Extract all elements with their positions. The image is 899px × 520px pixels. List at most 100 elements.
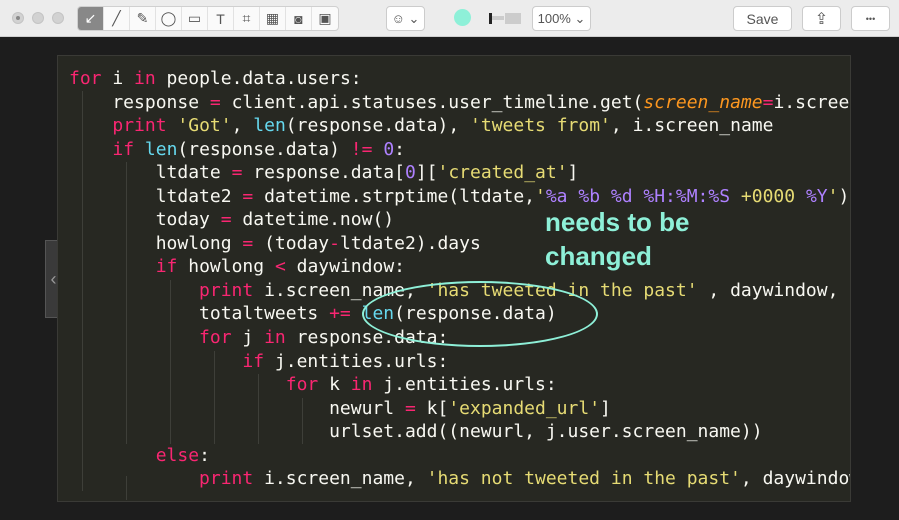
share-button[interactable]: ⇪ — [802, 6, 841, 31]
code-token: ltdate — [69, 162, 232, 184]
pixelate-tool[interactable]: ▦ — [260, 7, 286, 30]
save-button[interactable]: Save — [733, 6, 792, 31]
stroke-width-slider[interactable] — [486, 11, 522, 25]
code-token: if — [242, 350, 265, 372]
code-token: for — [285, 374, 319, 396]
arrow-tool[interactable]: ↙ — [78, 7, 104, 30]
zoom-select[interactable]: 100% ⌄ — [532, 6, 591, 31]
code-token: j.entities.urls: — [264, 350, 449, 372]
code-token: , i.screen_name — [610, 115, 774, 137]
code-token: j.entities.urls: — [372, 374, 557, 396]
code-line: newurl = k['expanded_url'] — [69, 397, 850, 421]
code-token: , — [231, 115, 254, 137]
text-tool[interactable]: T — [208, 7, 234, 30]
rectangle-icon: ▭ — [187, 10, 202, 26]
ellipse-tool[interactable]: ◯ — [156, 7, 182, 30]
code-token: i.screen_name — [773, 91, 850, 113]
code-token: = — [242, 185, 254, 207]
code-token: response — [69, 91, 210, 113]
code-token: = — [762, 91, 774, 113]
code-token: ' — [827, 185, 839, 207]
annotation-line-2: changed — [545, 241, 652, 271]
code-line: today = datetime.now() — [69, 208, 850, 232]
code-token: 0 — [383, 138, 395, 160]
pen-tool[interactable]: ✎ — [130, 7, 156, 30]
share-icon: ⇪ — [814, 10, 829, 28]
minimize-button[interactable] — [32, 12, 44, 24]
code-line: if howlong < daywindow: — [69, 255, 850, 279]
code-token: ][ — [415, 162, 438, 184]
zoom-window-button[interactable] — [52, 12, 64, 24]
code-token: , daywindow, — [697, 279, 839, 301]
code-line: print 'Got', len(response.data), 'tweets… — [69, 114, 850, 138]
code-token: = — [231, 162, 243, 184]
code-token: howlong — [177, 256, 275, 278]
code-token: 'Got' — [177, 115, 232, 137]
code-line: if len(response.data) != 0: — [69, 138, 850, 162]
close-button[interactable] — [12, 12, 24, 24]
crop-tool[interactable]: ⌗ — [234, 7, 260, 30]
code-token: < — [274, 256, 286, 278]
code-token: i.screen_name, — [253, 468, 427, 490]
code-line: urlset.add((newurl, j.user.screen_name)) — [69, 420, 850, 444]
code-line: for i in people.data.users: — [69, 67, 850, 91]
rectangle-tool[interactable]: ▭ — [182, 7, 208, 30]
code-token: people.data.users: — [155, 68, 362, 89]
more-icon: ••• — [865, 13, 876, 24]
code-token: ] — [567, 162, 579, 184]
code-token: k — [318, 374, 351, 396]
code-token: daywindow: — [285, 256, 405, 278]
code-block: for i in people.data.users: response = c… — [69, 67, 851, 491]
annotation-line-1: needs to be — [545, 207, 690, 237]
text-annotation[interactable]: needs to be changed — [545, 205, 689, 273]
code-token: howlong — [69, 232, 243, 254]
code-token: print — [199, 468, 254, 490]
code-token: datetime.strptime(ltdate, — [253, 185, 535, 207]
code-token: print — [199, 279, 254, 301]
code-token: = — [220, 209, 232, 231]
code-token: , daywindow — [740, 468, 851, 490]
code-token: = — [209, 91, 221, 113]
code-line: howlong = (today-ltdate2).days — [69, 232, 850, 256]
code-token: i — [101, 68, 135, 89]
line-icon: ╱ — [112, 10, 121, 26]
code-line: else: — [69, 444, 850, 468]
more-button[interactable]: ••• — [851, 6, 890, 31]
code-token: newurl — [69, 397, 405, 419]
code-token: = — [242, 232, 254, 254]
code-token: = — [404, 397, 416, 419]
code-token: += — [329, 303, 351, 325]
code-token: (response.data), — [285, 115, 471, 137]
code-token: ) — [838, 185, 850, 207]
code-line: print i.screen_name, 'has not tweeted in… — [69, 467, 851, 491]
toolbar: ↙ ╱ ✎ ◯ ▭ T ⌗ ▦ ◙ ▣ ☺ ⌄ 100% ⌄ Save ⇪ ••• — [0, 0, 899, 37]
code-token: 'expanded_url' — [448, 397, 601, 419]
emoji-shape-button[interactable]: ☺ ⌄ — [386, 6, 425, 31]
pixelate-icon: ▦ — [265, 10, 280, 26]
code-token: if — [155, 256, 178, 278]
code-token: ltdate2).days — [339, 232, 481, 254]
ellipse-annotation[interactable] — [362, 281, 598, 347]
code-screenshot: for i in people.data.users: response = c… — [57, 55, 851, 502]
spotlight-tool[interactable]: ◙ — [286, 7, 312, 30]
code-token: in — [264, 327, 286, 349]
code-token: today — [69, 209, 221, 231]
highlight-tool[interactable]: ▣ — [312, 7, 338, 30]
code-token: ' — [535, 185, 546, 207]
code-token: %Y — [805, 185, 828, 207]
line-tool[interactable]: ╱ — [104, 7, 130, 30]
code-token: len — [253, 115, 286, 137]
color-swatch[interactable] — [454, 9, 471, 26]
code-token: - — [329, 232, 340, 254]
code-line: for k in j.entities.urls: — [69, 373, 850, 397]
markup-tools: ↙ ╱ ✎ ◯ ▭ T ⌗ ▦ ◙ ▣ — [77, 6, 339, 31]
arrow-icon: ↙ — [84, 10, 97, 26]
code-token: 'created_at' — [437, 162, 568, 184]
